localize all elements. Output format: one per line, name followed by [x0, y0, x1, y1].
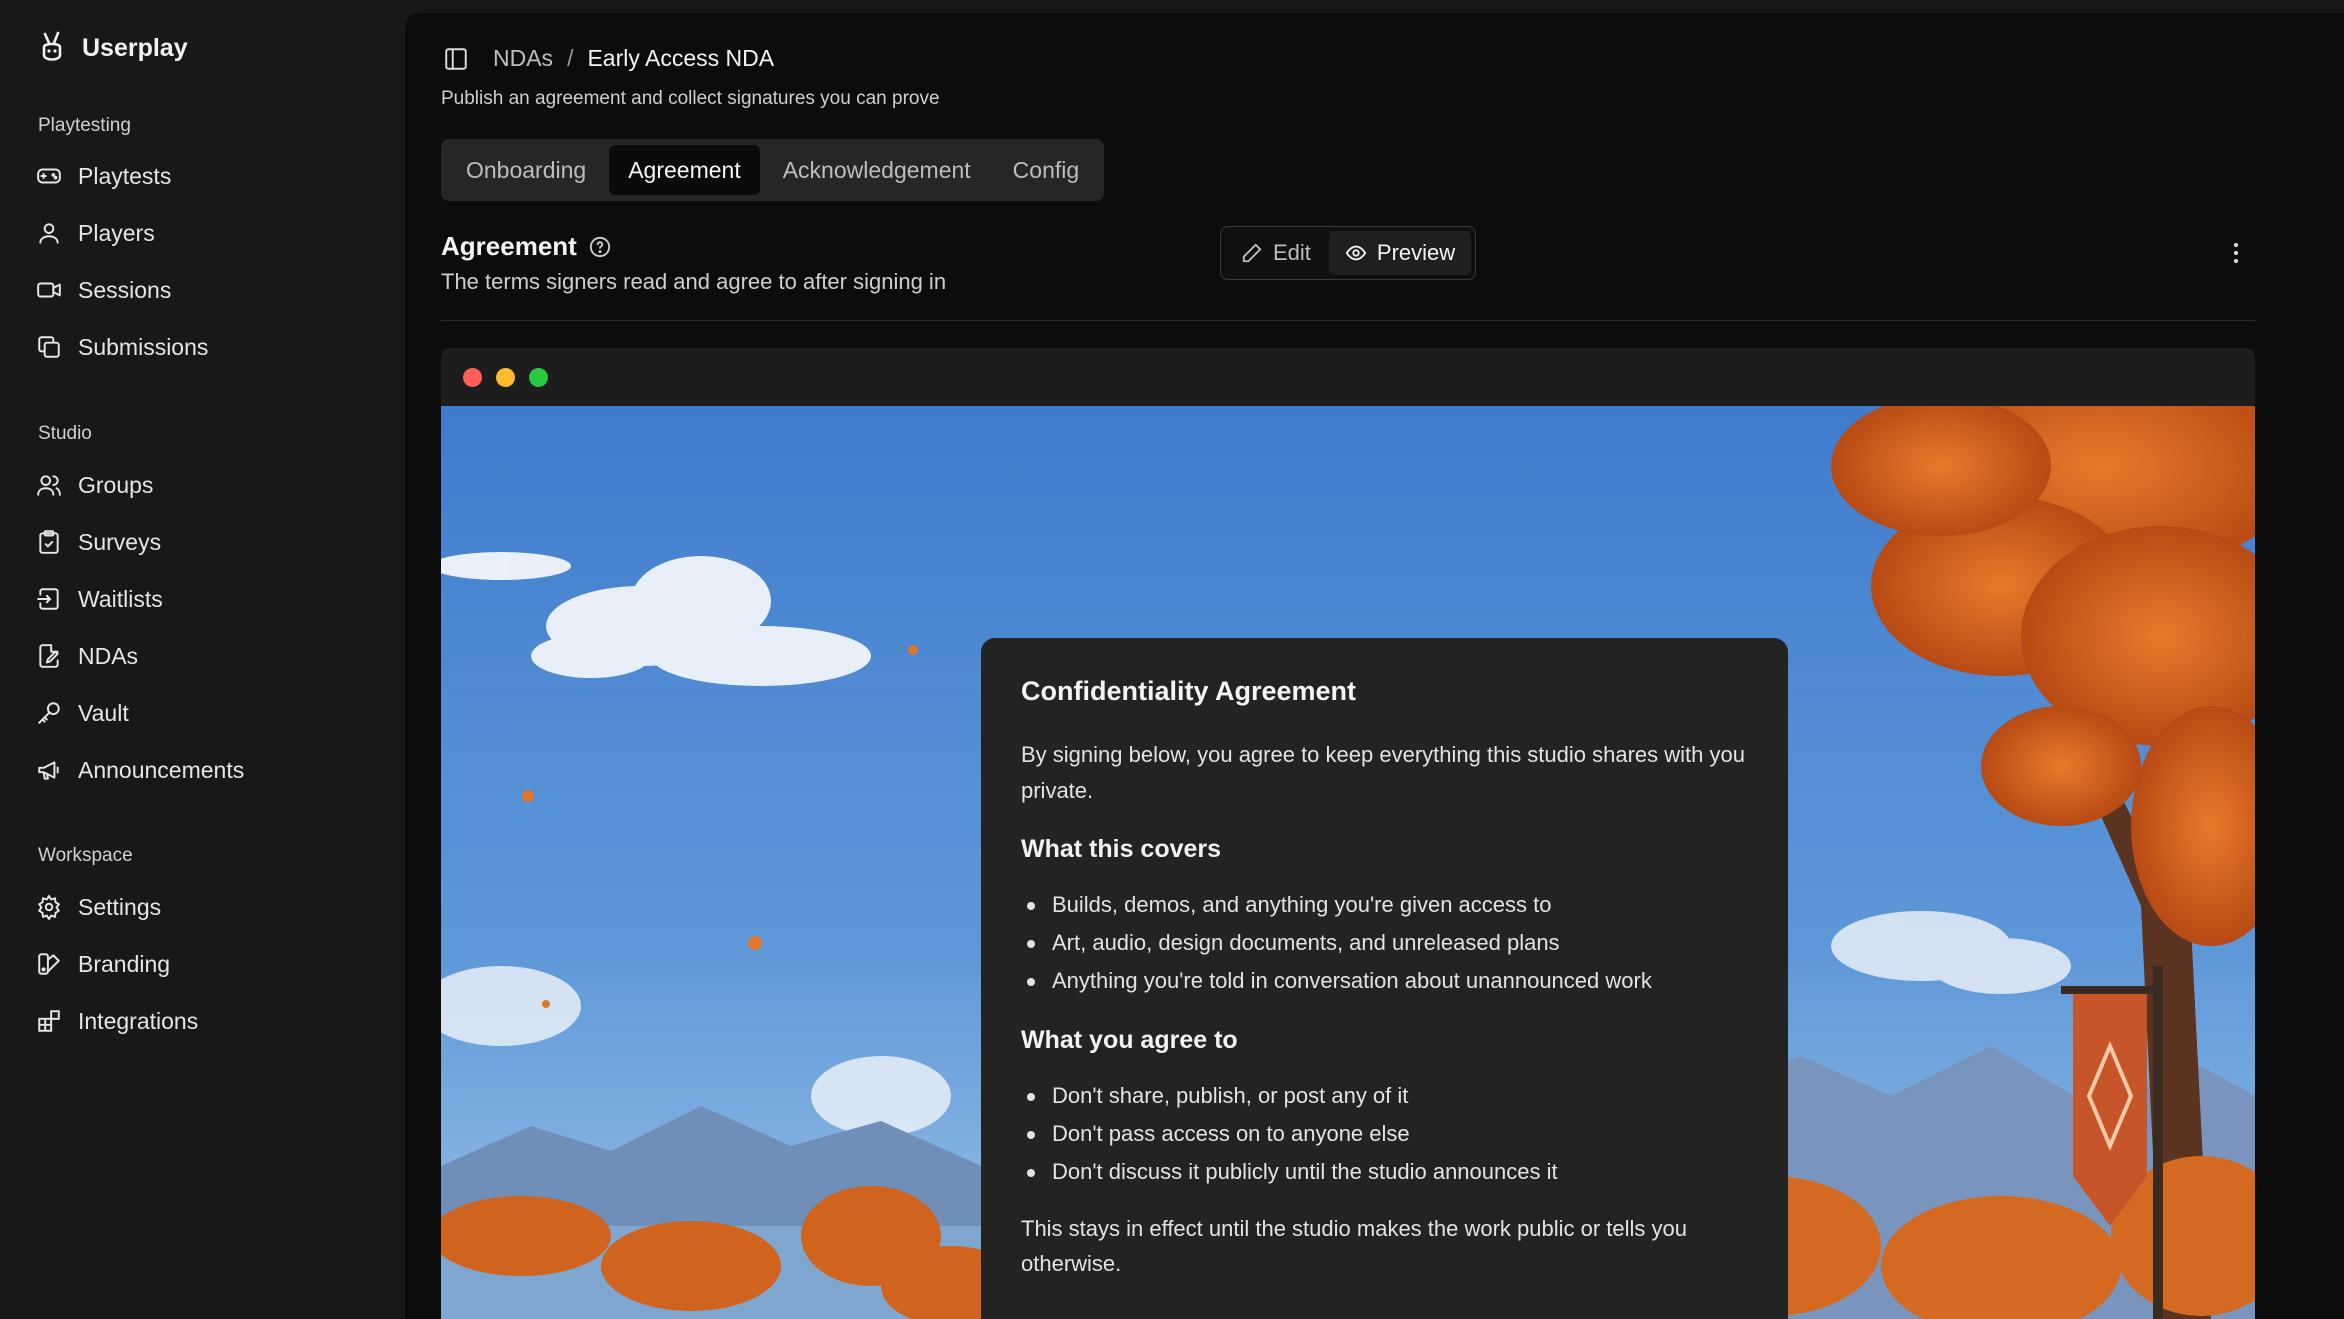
divider [441, 320, 2255, 321]
list-item: Don't pass access on to anyone else [1021, 1115, 1748, 1153]
sidebar-item-playtests[interactable]: Playtests [36, 156, 171, 196]
sidebar-item-integrations[interactable]: Integrations [36, 1001, 198, 1041]
sidebar-item-label: Surveys [78, 528, 162, 555]
sidebar-item-surveys[interactable]: Surveys [36, 522, 161, 562]
tab-config[interactable]: Config [994, 145, 1098, 195]
agreement-intro: By signing below, you agree to keep ever… [1021, 742, 1745, 803]
main-panel: NDAs / Early Access NDA Publish an agree… [405, 13, 2344, 1319]
users-icon [37, 475, 61, 496]
key-icon [38, 702, 60, 724]
breadcrumb-ndas-link[interactable]: NDAs [493, 45, 553, 72]
section-label-playtesting: Playtesting [38, 115, 131, 136]
agreement-title: Confidentiality Agreement [1021, 676, 1357, 706]
edit-label: Edit [1273, 240, 1311, 265]
section-header: Agreement [441, 231, 611, 262]
section-title: Agreement [441, 231, 577, 261]
section-description: The terms signers read and agree to afte… [441, 269, 947, 294]
clipboard-icon [39, 530, 59, 554]
window-maximize-dot [529, 367, 548, 387]
covers-heading: What this covers [1021, 835, 1222, 863]
kebab-dot [2234, 251, 2238, 255]
list-item: Builds, demos, and anything you're given… [1021, 886, 1748, 924]
breadcrumb: NDAs / Early Access NDA [443, 45, 774, 72]
help-circle-icon[interactable] [589, 236, 611, 258]
more-options-button[interactable] [2221, 235, 2251, 271]
list-item: Don't share, publish, or post any of it [1021, 1077, 1748, 1115]
sidebar-item-label: Settings [78, 893, 162, 920]
covers-list: Builds, demos, and anything you're given… [1021, 886, 1748, 1000]
kebab-dot [2234, 259, 2238, 263]
sidebar-item-label: Players [78, 219, 155, 246]
sidebar-item-ndas[interactable]: NDAs [36, 636, 138, 676]
background-artwork: Confidentiality Agreement By signing bel… [441, 406, 2255, 1319]
sidebar-item-sessions[interactable]: Sessions [36, 270, 171, 310]
window-minimize-dot [496, 367, 515, 387]
sidebar-item-label: Integrations [78, 1007, 199, 1034]
agreement-closing: This stays in effect until the studio ma… [1021, 1216, 1688, 1276]
list-item: Art, audio, design documents, and unrele… [1021, 924, 1748, 962]
video-icon [37, 282, 61, 298]
sidebar-item-announcements[interactable]: Announcements [36, 750, 244, 790]
userplay-logo-icon [42, 31, 62, 61]
blocks-icon [38, 1010, 60, 1032]
gamepad-icon [37, 168, 61, 184]
agree-list: Don't share, publish, or post any of it … [1021, 1077, 1748, 1191]
sidebar-item-players[interactable]: Players [36, 213, 155, 253]
sidebar-item-submissions[interactable]: Submissions [36, 327, 208, 367]
agree-heading: What you agree to [1021, 1026, 1238, 1054]
sidebar-item-groups[interactable]: Groups [36, 465, 153, 505]
tab-agreement[interactable]: Agreement [609, 145, 760, 195]
breadcrumb-separator: / [567, 45, 574, 71]
breadcrumb-current: Early Access NDA [587, 45, 775, 71]
copy-icon [38, 336, 60, 358]
sidebar-item-waitlists[interactable]: Waitlists [36, 579, 163, 619]
kebab-dot [2234, 243, 2238, 247]
preview-titlebar [441, 348, 2255, 406]
pencil-icon [1242, 243, 1262, 263]
sidebar-item-label: Sessions [78, 276, 172, 303]
megaphone-icon [38, 761, 59, 780]
sidebar-item-label: Submissions [78, 333, 209, 360]
tab-bar: Onboarding Agreement Acknowledgement Con… [441, 139, 1105, 201]
tab-onboarding[interactable]: Onboarding [447, 145, 605, 195]
sidebar-item-label: Playtests [78, 162, 172, 189]
page-subtitle: Publish an agreement and collect signatu… [441, 88, 940, 109]
preview-label: Preview [1376, 240, 1456, 265]
user-icon [39, 223, 59, 244]
sidebar-item-vault[interactable]: Vault [36, 693, 129, 733]
edit-button[interactable]: Edit [1225, 231, 1327, 275]
sidebar-item-label: NDAs [78, 642, 139, 669]
brand[interactable]: Userplay [36, 30, 188, 66]
gear-icon [37, 894, 61, 920]
eye-icon [1345, 245, 1367, 261]
tab-acknowledgement[interactable]: Acknowledgement [764, 145, 990, 195]
sidebar: Userplay Playtesting Playtests Players S… [0, 0, 405, 1319]
sidebar-item-label: Announcements [78, 756, 245, 783]
sidebar-item-label: Branding [78, 950, 171, 977]
list-item: Anything you're told in conversation abo… [1021, 962, 1748, 1000]
section-label-workspace: Workspace [38, 845, 133, 866]
preview-window: Confidentiality Agreement By signing bel… [441, 348, 2255, 1319]
sidebar-item-label: Waitlists [78, 585, 163, 612]
sidebar-item-settings[interactable]: Settings [36, 887, 161, 927]
section-label-studio: Studio [38, 423, 92, 444]
waitlist-icon [37, 588, 59, 610]
sidebar-item-label: Vault [78, 699, 129, 726]
app-name: Userplay [82, 33, 188, 62]
sidebar-toggle-icon[interactable] [443, 46, 469, 72]
sidebar-item-label: Groups [78, 471, 154, 498]
list-item: Don't discuss it publicly until the stud… [1021, 1153, 1748, 1191]
sidebar-item-branding[interactable]: Branding [36, 944, 170, 984]
preview-button[interactable]: Preview [1328, 231, 1472, 275]
edit-preview-toggle: Edit Preview [1220, 226, 1477, 280]
palette-icon [38, 953, 60, 975]
agreement-card: Confidentiality Agreement By signing bel… [981, 638, 1788, 1319]
window-close-dot [463, 367, 482, 387]
file-signature-icon [39, 644, 59, 668]
